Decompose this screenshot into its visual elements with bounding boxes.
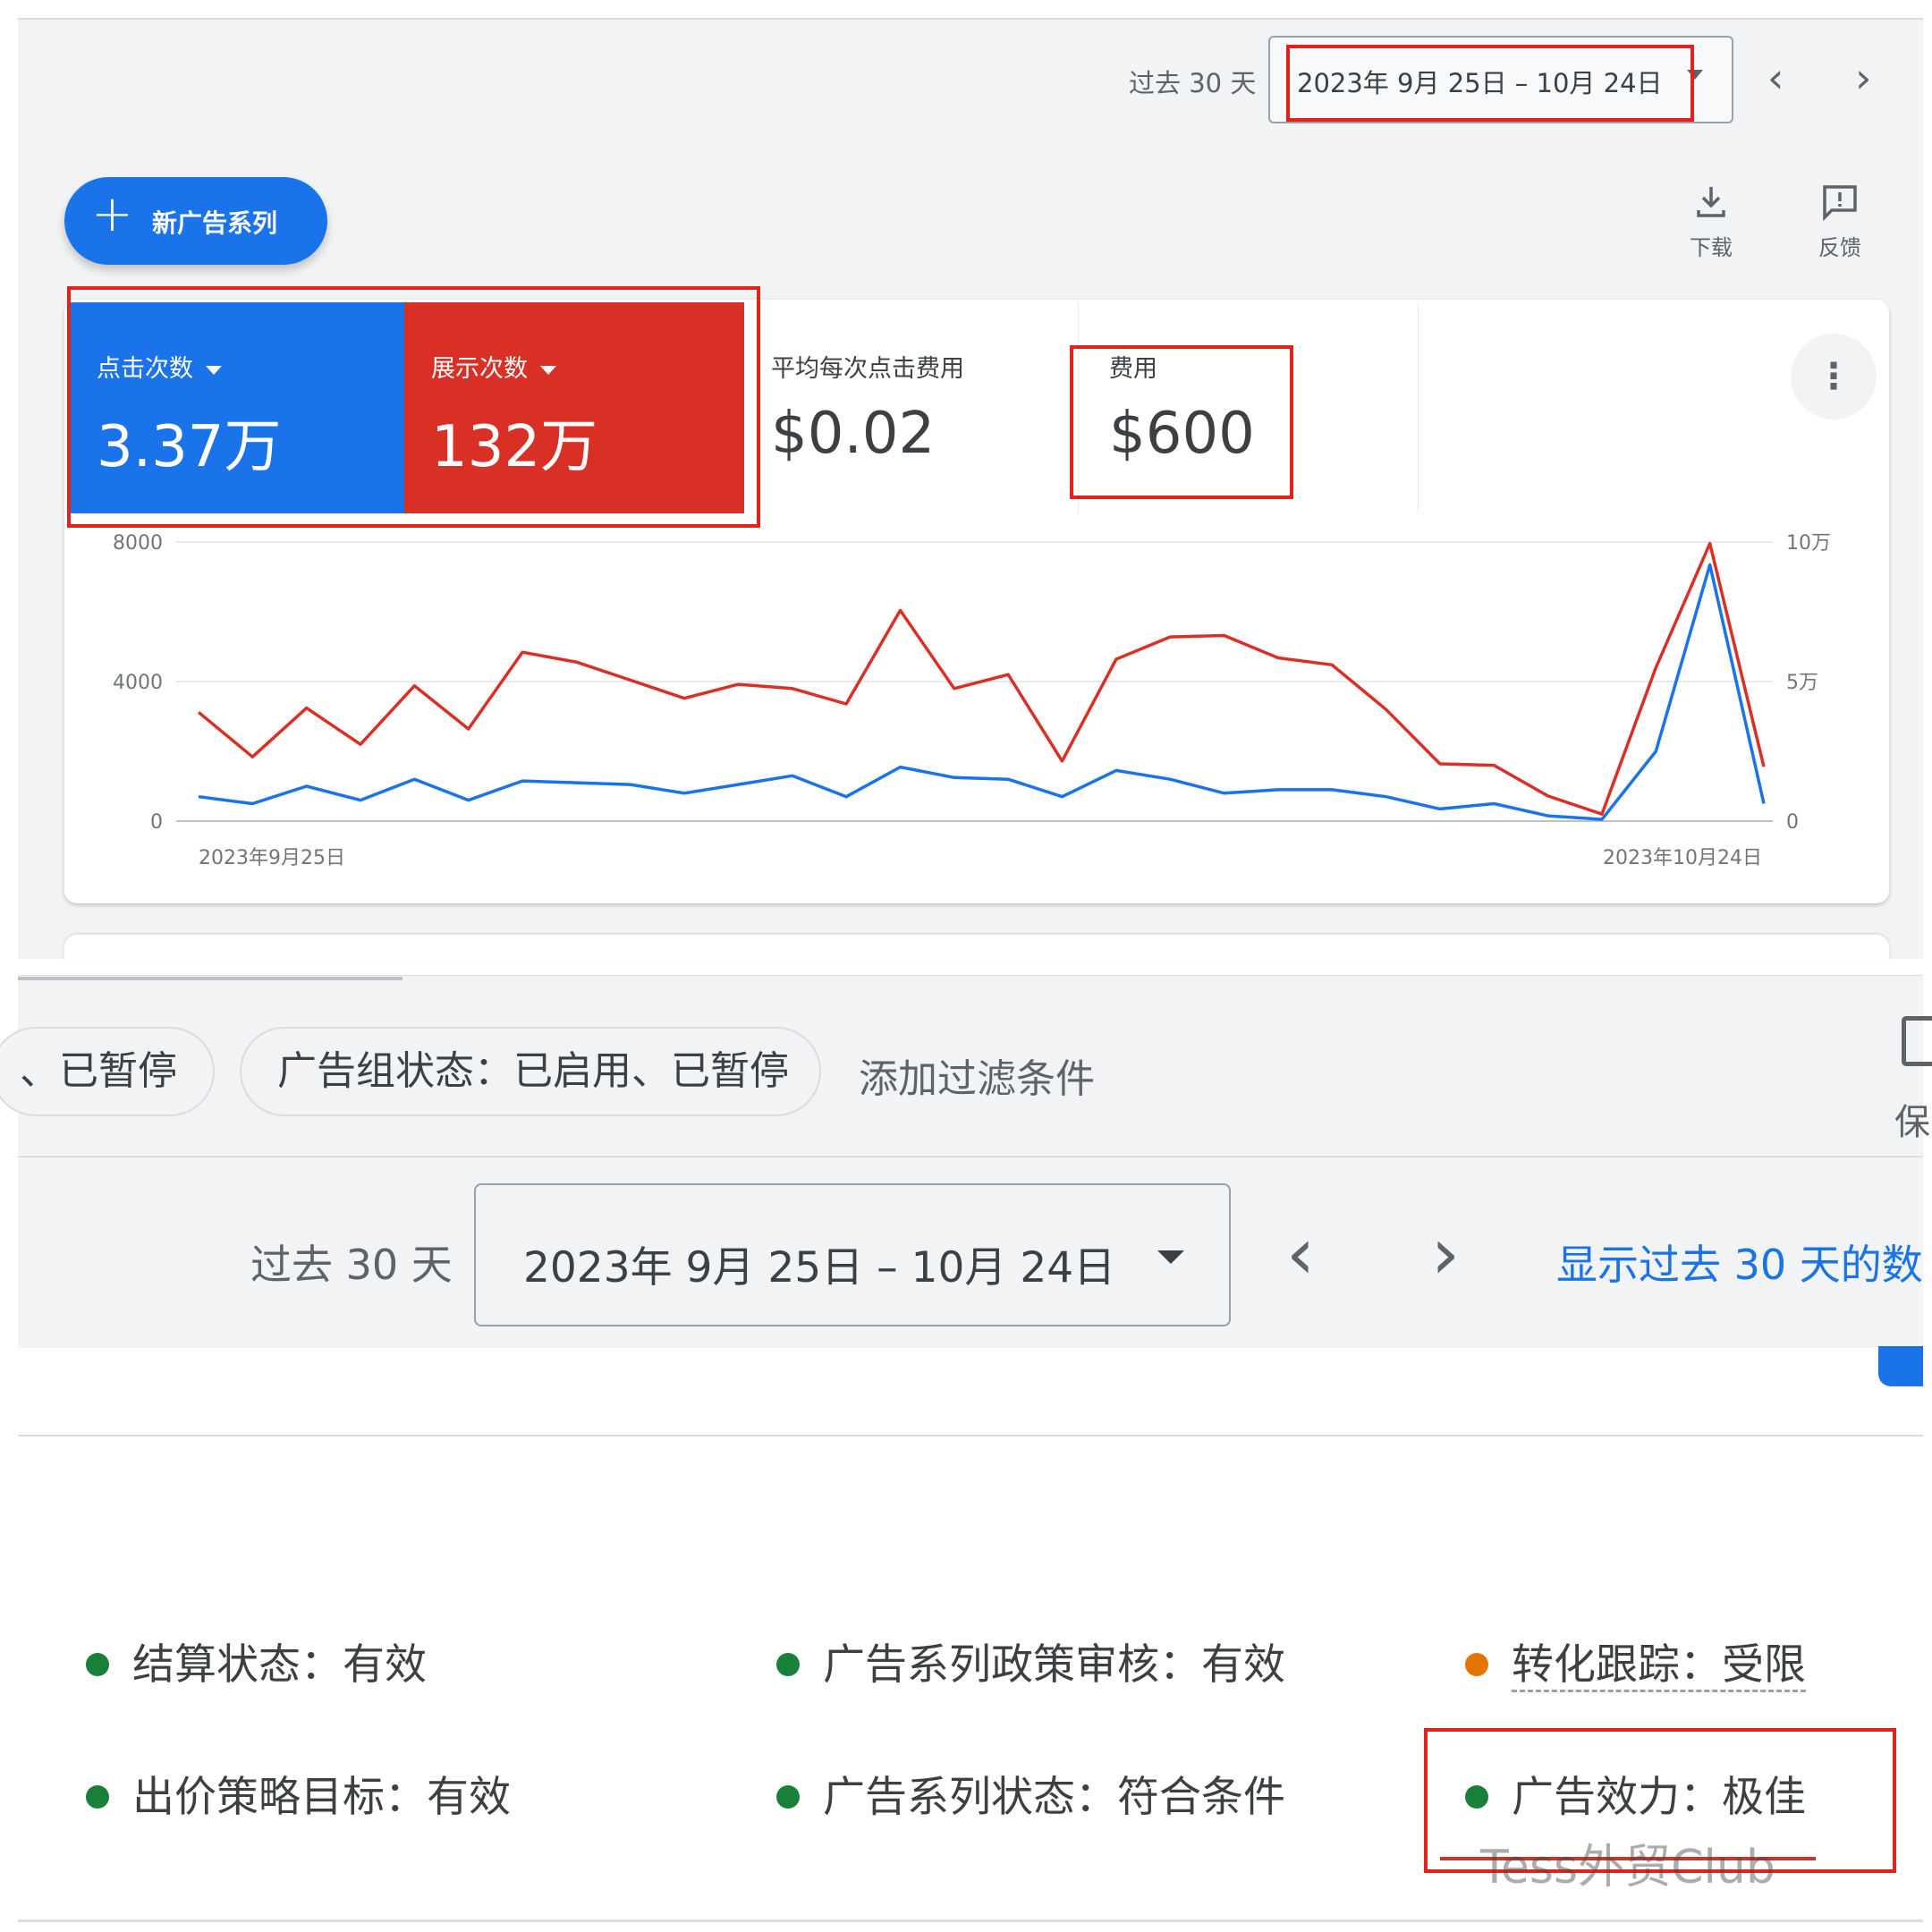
left-axis-tick: 0 xyxy=(150,811,163,834)
primary-button-edge[interactable] xyxy=(1878,1346,1923,1386)
feedback-icon xyxy=(1800,183,1880,230)
highlight-box-metrics xyxy=(67,286,760,528)
x-axis-start-label: 2023年9月25日 xyxy=(199,847,345,869)
status-policy-review: 广告系列政策审核：有效 xyxy=(776,1630,1285,1691)
show-last-30-days-link[interactable]: 显示过去 30 天的数 xyxy=(1556,1233,1923,1292)
feedback-button[interactable]: 反馈 xyxy=(1800,183,1880,261)
metric-avg-cpc-value: $0.02 xyxy=(771,401,936,467)
plus-icon: + xyxy=(91,185,133,243)
highlight-box-date xyxy=(1286,45,1694,122)
date-range-value: 2023年 9月 25日 – 10月 24日 xyxy=(523,1243,1116,1292)
right-axis-tick: 5万 xyxy=(1786,672,1818,694)
download-label: 下载 xyxy=(1690,235,1733,260)
download-button[interactable]: 下载 xyxy=(1671,183,1751,261)
status-billing: 结算状态：有效 xyxy=(86,1630,427,1691)
status-dot-icon xyxy=(776,1652,800,1676)
status-campaign: 广告系列状态：符合条件 xyxy=(776,1762,1285,1824)
status-text: 结算状态：有效 xyxy=(132,1640,427,1690)
save-icon[interactable] xyxy=(1902,1016,1932,1066)
left-axis-tick: 8000 xyxy=(113,532,163,555)
left-axis-tick: 4000 xyxy=(113,672,163,694)
feedback-label: 反馈 xyxy=(1818,235,1861,260)
chevron-right-icon[interactable]: › xyxy=(1855,57,1871,98)
right-axis-tick: 10万 xyxy=(1786,532,1831,555)
status-text: 出价策略目标：有效 xyxy=(132,1773,511,1822)
filter-chip-status[interactable]: 、已暂停 xyxy=(0,1027,215,1116)
status-text: 广告系列政策审核：有效 xyxy=(823,1640,1285,1690)
metric-avg-cpc[interactable]: 平均每次点击费用 $0.02 xyxy=(744,302,1079,513)
status-bid-strategy: 出价策略目标：有效 xyxy=(86,1762,511,1824)
status-text: 广告系列状态：符合条件 xyxy=(823,1773,1285,1822)
impressions-series-line xyxy=(197,541,1766,816)
save-label[interactable]: 保 xyxy=(1894,1093,1930,1145)
status-dot-icon xyxy=(776,1784,800,1809)
performance-chart: 8000 4000 0 10万 5万 0 2023年9月25日 2023年10月… xyxy=(113,532,1831,869)
highlight-box-cost xyxy=(1070,345,1293,499)
status-dot-icon xyxy=(86,1784,109,1809)
tab-underline xyxy=(18,977,402,980)
status-dot-icon xyxy=(1465,1652,1488,1676)
divider xyxy=(18,1919,1923,1922)
metric-avg-cpc-label: 平均每次点击费用 xyxy=(771,355,964,383)
download-icon xyxy=(1671,183,1751,230)
more-options-icon[interactable]: ⋮ xyxy=(1791,334,1877,419)
clicks-series-line xyxy=(198,563,1766,821)
right-axis-tick: 0 xyxy=(1786,811,1799,834)
period-label: 过去 30 天 xyxy=(250,1241,453,1289)
new-campaign-label: 新广告系列 xyxy=(152,208,278,238)
status-conversion-tracking[interactable]: 转化跟踪：受限 xyxy=(1465,1630,1806,1692)
watermark: Tess外贸Club xyxy=(1480,1841,1775,1894)
new-campaign-button[interactable]: + 新广告系列 xyxy=(64,177,327,265)
chevron-left-icon[interactable]: ‹ xyxy=(1286,1218,1315,1290)
caret-down-icon[interactable] xyxy=(1157,1250,1184,1264)
x-axis-end-label: 2023年10月24日 xyxy=(1603,847,1762,869)
period-label: 过去 30 天 xyxy=(1129,68,1257,98)
chevron-left-icon[interactable]: ‹ xyxy=(1767,57,1784,98)
table-card xyxy=(64,935,1889,962)
status-dot-icon xyxy=(86,1652,109,1676)
status-text[interactable]: 转化跟踪：受限 xyxy=(1512,1640,1806,1692)
filter-chip-adgroup-status[interactable]: 广告组状态：已启用、已暂停 xyxy=(240,1027,821,1116)
add-filter-button[interactable]: 添加过滤条件 xyxy=(859,1046,1095,1104)
divider xyxy=(18,1435,1923,1436)
chevron-right-icon[interactable]: › xyxy=(1431,1218,1460,1290)
